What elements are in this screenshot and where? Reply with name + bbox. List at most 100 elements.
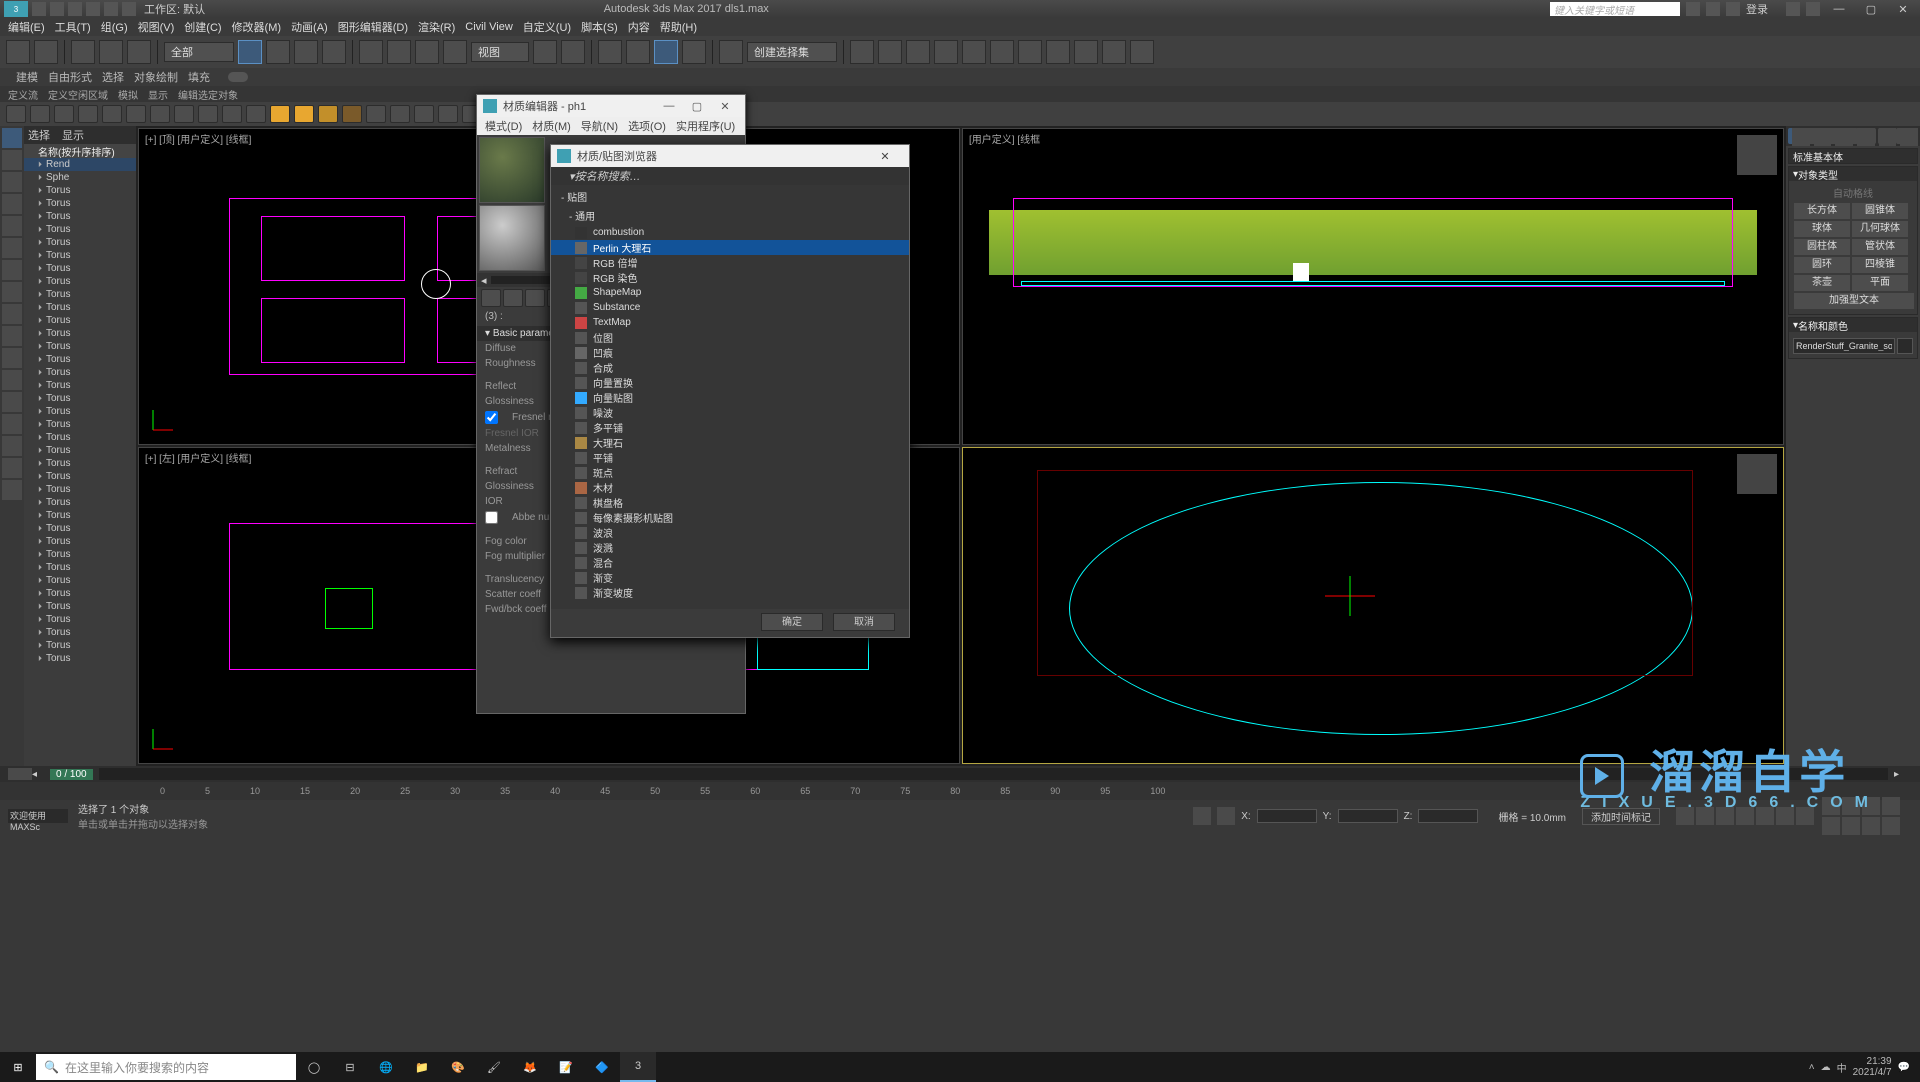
se-view-icon[interactable] — [2, 172, 22, 192]
scale-button[interactable] — [415, 40, 439, 64]
object-color-swatch[interactable] — [1897, 338, 1913, 354]
snap-2d-button[interactable] — [598, 40, 622, 64]
scene-item[interactable]: Torus — [24, 535, 136, 548]
mat-get-icon[interactable] — [481, 289, 501, 307]
mat-assign-icon[interactable] — [525, 289, 545, 307]
btn-plane[interactable]: 平面 — [1852, 275, 1908, 291]
scene-item[interactable]: Torus — [24, 288, 136, 301]
scene-item[interactable]: Torus — [24, 639, 136, 652]
browser-map-item[interactable]: 向量贴图 — [551, 390, 909, 405]
login-link[interactable]: 登录 — [1746, 1, 1768, 17]
goto-start-icon[interactable] — [1676, 807, 1694, 825]
se-i8-icon[interactable] — [2, 480, 22, 500]
schematic-button[interactable] — [990, 40, 1014, 64]
scene-item[interactable]: Torus — [24, 236, 136, 249]
scene-item[interactable]: Torus — [24, 405, 136, 418]
mat-put-icon[interactable] — [503, 289, 523, 307]
scene-item[interactable]: Torus — [24, 470, 136, 483]
scene-item[interactable]: Sphe — [24, 171, 136, 184]
autogrid-checkbox[interactable]: 自动格线 — [1793, 185, 1913, 200]
material-slot-1[interactable] — [479, 137, 545, 203]
play-icon[interactable] — [1716, 807, 1734, 825]
se-search-icon[interactable] — [2, 238, 22, 258]
scene-item[interactable]: Torus — [24, 418, 136, 431]
cortana-icon[interactable]: ◯ — [296, 1052, 332, 1082]
scene-item[interactable]: Torus — [24, 600, 136, 613]
scene-item[interactable]: Torus — [24, 197, 136, 210]
help-icon[interactable] — [1806, 2, 1820, 16]
particle2-icon[interactable] — [390, 105, 410, 123]
lock-icon[interactable] — [1193, 807, 1211, 825]
z-field[interactable] — [1418, 809, 1478, 823]
browser-map-item[interactable]: 位图 — [551, 330, 909, 345]
mat-menu-options[interactable]: 选项(O) — [628, 118, 666, 134]
scene-item[interactable]: Torus — [24, 249, 136, 262]
render-a360-button[interactable] — [1130, 40, 1154, 64]
next-frame-icon[interactable] — [1736, 807, 1754, 825]
goto-end-icon[interactable] — [1756, 807, 1774, 825]
ribbon-tab-populate[interactable]: 填充 — [188, 69, 210, 85]
project-icon[interactable] — [122, 2, 136, 16]
selection-filter-dropdown[interactable]: 全部 — [164, 42, 234, 62]
browser-map-item[interactable]: Perlin 大理石 — [551, 240, 909, 255]
scene-item[interactable]: Torus — [24, 431, 136, 444]
tray-time[interactable]: 21:39 — [1853, 1056, 1892, 1067]
maximize-vp-icon[interactable] — [1842, 817, 1860, 835]
browser-map-item[interactable]: TextMap — [551, 315, 909, 330]
scene-item[interactable]: Torus — [24, 366, 136, 379]
placement-button[interactable] — [443, 40, 467, 64]
window-crossing-button[interactable] — [322, 40, 346, 64]
obj-arrow-icon[interactable] — [222, 105, 242, 123]
snap-spinner-button[interactable] — [682, 40, 706, 64]
scene-item[interactable]: Torus — [24, 301, 136, 314]
btn-box[interactable]: 长方体 — [1794, 203, 1850, 219]
mat-menu-utils[interactable]: 实用程序(U) — [676, 118, 735, 134]
browser-map-item[interactable]: 渐变坡度 — [551, 585, 909, 600]
scene-item[interactable]: Torus — [24, 262, 136, 275]
object-type-rollout[interactable]: ▾ 对象类型 — [1789, 167, 1917, 181]
menu-script[interactable]: 脚本(S) — [581, 19, 618, 35]
snap-percent-button[interactable] — [654, 40, 678, 64]
align-button[interactable] — [878, 40, 902, 64]
add-time-tag-button[interactable]: 添加时间标记 — [1582, 808, 1660, 825]
menu-edit[interactable]: 编辑(E) — [8, 19, 45, 35]
ribbon-tab-freeform[interactable]: 自由形式 — [48, 69, 92, 85]
obj-shapes-icon[interactable] — [30, 105, 50, 123]
mat-menu-material[interactable]: 材质(M) — [532, 118, 571, 134]
time-config-icon[interactable] — [1796, 807, 1814, 825]
scene-item[interactable]: Torus — [24, 210, 136, 223]
zoom-extents-icon[interactable] — [1862, 797, 1880, 815]
x-field[interactable] — [1257, 809, 1317, 823]
browser-map-item[interactable]: Substance — [551, 300, 909, 315]
workspace-label[interactable]: 工作区: 默认 — [144, 1, 205, 17]
scene-sort-header[interactable]: 名称(按升序排序) — [24, 144, 136, 158]
user-icon[interactable] — [1726, 2, 1740, 16]
light-spot-icon[interactable] — [318, 105, 338, 123]
layer-button[interactable] — [906, 40, 930, 64]
browser-map-item[interactable]: 斑点 — [551, 465, 909, 480]
browser-map-item[interactable]: 棋盘格 — [551, 495, 909, 510]
browser-map-item[interactable]: RGB 染色 — [551, 270, 909, 285]
light-direct-icon[interactable] — [342, 105, 362, 123]
timeline-config-icon[interactable] — [8, 768, 32, 780]
menu-graph[interactable]: 图形编辑器(D) — [338, 19, 408, 35]
ribbon-tab-model[interactable]: 建模 — [16, 69, 38, 85]
exchange-icon[interactable] — [1786, 2, 1800, 16]
mat-close-button[interactable]: ✕ — [711, 100, 739, 113]
move-button[interactable] — [359, 40, 383, 64]
se-type-icon[interactable] — [2, 260, 22, 280]
browser-map-item[interactable]: 每像素摄影机贴图 — [551, 510, 909, 525]
se-layer-icon[interactable] — [2, 304, 22, 324]
browser-map-item[interactable]: 渐变 — [551, 570, 909, 585]
particle-icon[interactable] — [366, 105, 386, 123]
tray-notification-icon[interactable]: 💬 — [1898, 1062, 1910, 1073]
new-file-icon[interactable] — [32, 2, 46, 16]
scene-item[interactable]: Torus — [24, 457, 136, 470]
scene-item[interactable]: Torus — [24, 444, 136, 457]
scene-item[interactable]: Torus — [24, 496, 136, 509]
abbe-checkbox[interactable] — [485, 511, 498, 524]
light-sun-icon[interactable] — [294, 105, 314, 123]
browser-map-item[interactable]: combustion — [551, 225, 909, 240]
menu-civil[interactable]: Civil View — [465, 21, 512, 33]
maximize-button[interactable]: ▢ — [1858, 2, 1884, 16]
